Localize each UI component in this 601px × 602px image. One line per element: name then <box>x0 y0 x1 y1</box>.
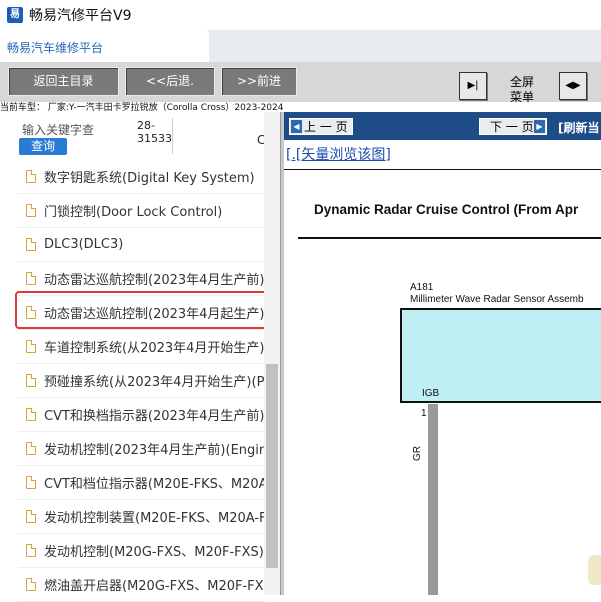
home-button[interactable]: 返回主目录 <box>8 67 119 96</box>
component-label: Millimeter Wave Radar Sensor Assemb <box>410 294 584 305</box>
arrow-right-icon: ▶ <box>534 120 545 133</box>
list-item[interactable]: 发动机控制(2023年4月生产前)(Engine <box>18 432 266 466</box>
document-icon <box>26 272 36 285</box>
scrollbar-thumb[interactable] <box>266 364 278 568</box>
list-item-label: CVT和档位指示器(M20E-FKS、M20A <box>44 477 266 492</box>
title-bar: 易 畅易汽修平台V9 <box>0 0 601 30</box>
code-value: 28-31533 <box>137 119 172 145</box>
list-item[interactable]: 预碰撞系统(从2023年4月开始生产)(Pr <box>18 364 266 398</box>
diagram-title: Dynamic Radar Cruise Control (From Apr <box>314 202 579 217</box>
arrow-left-icon: ◀ <box>291 120 302 133</box>
list-item[interactable]: 车道控制系统(从2023年4月开始生产)( <box>18 330 266 364</box>
list-item-label: 发动机控制(M20G-FXS、M20F-FXS)( <box>44 545 266 560</box>
list-item-label: 预碰撞系统(从2023年4月开始生产)(Pr <box>44 375 266 390</box>
tab-main[interactable]: 畅易汽车维修平台 <box>0 30 209 62</box>
list-item[interactable]: 发动机控制(M20G-FXS、M20F-FXS)( <box>18 534 266 568</box>
connector-code: A181 <box>410 282 434 293</box>
tab-bar: 畅易汽车维修平台 <box>0 30 601 62</box>
current-model-line: 当前车型： 厂家:Y-一汽丰田卡罗拉锐放（Corolla Cross）2023-… <box>0 103 284 113</box>
divider-line <box>284 169 601 170</box>
document-icon <box>26 170 36 183</box>
search-input[interactable]: 输入关键字查 <box>22 121 94 138</box>
document-icon <box>26 510 36 523</box>
list-item[interactable]: 燃油盖开启器(M20G-FXS、M20F-FX <box>18 568 266 602</box>
forward-button[interactable]: >>前进 <box>221 67 297 96</box>
back-button[interactable]: <<后退. <box>125 67 215 96</box>
menu-label: 菜单 <box>509 90 534 104</box>
document-icon <box>26 476 36 489</box>
refresh-link[interactable]: [刷新当 <box>558 119 600 136</box>
list-item-label: 发动机控制装置(M20E-FKS、M20A-F <box>44 511 266 526</box>
list-item[interactable]: 数字钥匙系统(Digital Key System) <box>18 160 266 194</box>
list-item-label: 燃油盖开启器(M20G-FXS、M20F-FX <box>44 579 264 594</box>
pin-number: 1 <box>421 408 427 419</box>
next-page-label: 下 一 页 <box>490 120 534 134</box>
list-item[interactable]: 发动机控制装置(M20E-FKS、M20A-F <box>18 500 266 534</box>
list-item[interactable]: DLC3(DLC3) <box>18 228 266 262</box>
document-icon <box>26 374 36 387</box>
next-page-button[interactable]: 下 一 页 ▶ <box>479 118 547 135</box>
wire <box>428 404 438 595</box>
ground-label: IGB <box>422 388 440 399</box>
wire-color-label: GR <box>412 446 423 461</box>
list-item-label: CVT和换档指示器(2023年4月生产前)( <box>44 409 266 424</box>
vector-view-link[interactable]: [.[矢量浏览该图] <box>286 144 391 164</box>
list-item[interactable]: 门锁控制(Door Lock Control) <box>18 194 266 228</box>
document-icon <box>26 408 36 421</box>
list-item-label: DLC3(DLC3) <box>44 237 124 252</box>
title-underline <box>298 237 601 239</box>
document-list: 数字钥匙系统(Digital Key System) 门锁控制(Door Loc… <box>18 160 266 602</box>
document-icon <box>26 544 36 557</box>
fullscreen-menu-button[interactable]: 全屏 菜单 <box>506 75 538 105</box>
document-icon <box>26 442 36 455</box>
pane-divider[interactable] <box>280 112 284 595</box>
search-button[interactable]: 查询 <box>19 138 67 155</box>
document-icon <box>26 340 36 353</box>
prev-page-label: 上 一 页 <box>304 120 348 134</box>
list-item[interactable]: CVT和档位指示器(M20E-FKS、M20A <box>18 466 266 500</box>
list-item[interactable]: CVT和换档指示器(2023年4月生产前)( <box>18 398 266 432</box>
floating-widget-icon[interactable] <box>588 555 601 585</box>
list-item-label: 数字钥匙系统(Digital Key System) <box>44 171 255 186</box>
list-item-label: 发动机控制(2023年4月生产前)(Engine <box>44 443 266 458</box>
collapse-panel-icon[interactable]: ▶| <box>459 72 487 100</box>
split-view-icon[interactable]: ◀▶ <box>559 72 587 100</box>
list-item-label: 车道控制系统(从2023年4月开始生产)( <box>44 341 266 356</box>
prev-page-button[interactable]: ◀ 上 一 页 <box>289 118 353 135</box>
list-item-label: 动态雷达巡航控制(2023年4月生产前)( <box>44 273 266 288</box>
document-icon <box>26 238 36 251</box>
fullscreen-label: 全屏 <box>509 75 534 89</box>
selection-highlight <box>15 291 270 329</box>
document-icon <box>26 204 36 217</box>
window-title: 畅易汽修平台V9 <box>29 8 132 24</box>
app-icon: 易 <box>7 7 23 23</box>
separator <box>172 118 173 154</box>
list-item-label: 门锁控制(Door Lock Control) <box>44 205 223 220</box>
document-icon <box>26 578 36 591</box>
